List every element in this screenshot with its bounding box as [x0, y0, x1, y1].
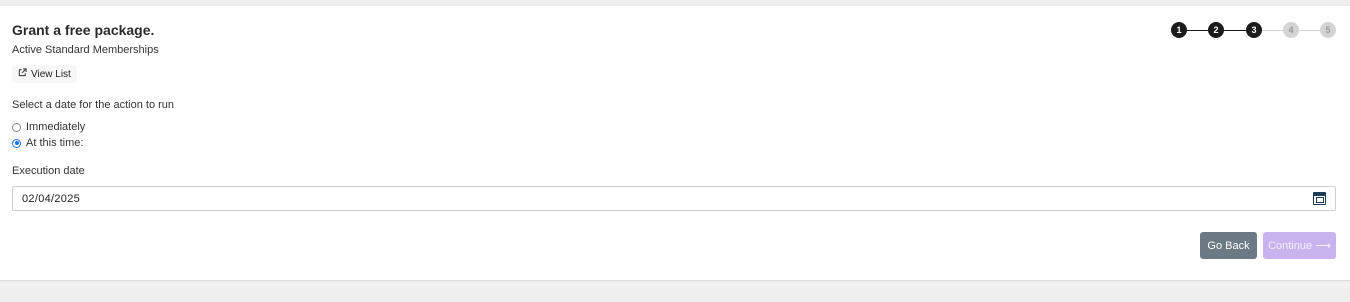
progress-stepper: 1 2 3 4 5	[1171, 22, 1336, 38]
view-list-label: View List	[31, 68, 71, 80]
membership-subtitle: Active Standard Memberships	[12, 44, 159, 56]
continue-button[interactable]: Continue ⟶	[1263, 232, 1336, 259]
execution-date-value: 02/04/2025	[22, 193, 81, 205]
schedule-prompt: Select a date for the action to run	[12, 99, 175, 111]
execution-date-label: Execution date	[12, 165, 85, 177]
radio-at-this-time-label: At this time:	[26, 137, 84, 149]
radio-option-at-this-time[interactable]: At this time:	[12, 137, 83, 149]
radio-option-immediately[interactable]: Immediately	[12, 121, 85, 133]
radio-immediately-label: Immediately	[26, 121, 86, 133]
step-2: 2	[1208, 22, 1224, 38]
step-4: 4	[1283, 22, 1299, 38]
step-5: 5	[1320, 22, 1336, 38]
radio-immediately[interactable]	[12, 122, 21, 132]
step-3: 3	[1246, 22, 1262, 38]
go-back-button[interactable]: Go Back	[1200, 232, 1257, 259]
execution-date-input[interactable]: 02/04/2025	[12, 186, 1336, 211]
action-card: Grant a free package. Active Standard Me…	[0, 6, 1350, 281]
external-link-icon	[18, 68, 27, 80]
page-title: Grant a free package.	[12, 22, 155, 38]
step-1: 1	[1171, 22, 1187, 38]
calendar-icon[interactable]	[1313, 192, 1326, 205]
radio-at-this-time[interactable]	[12, 138, 21, 148]
view-list-button[interactable]: View List	[12, 65, 77, 83]
